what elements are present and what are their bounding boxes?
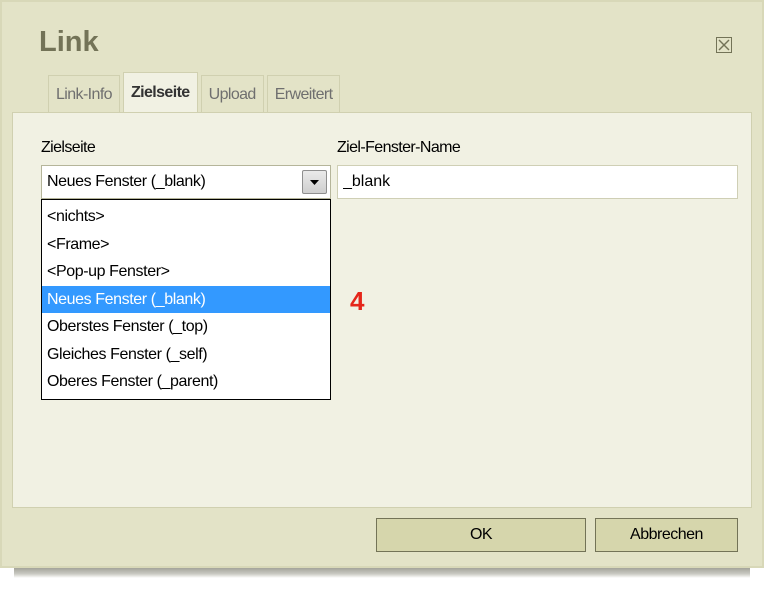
ok-button[interactable]: OK (376, 518, 586, 552)
option-parent[interactable]: Oberes Fenster (_parent) (42, 368, 330, 396)
tab-link-info[interactable]: Link-Info (48, 75, 120, 112)
tab-bar: Link-Info Zielseite Upload Erweitert (48, 72, 343, 112)
target-dropdown-list: <nichts> <Frame> <Pop-up Fenster> Neues … (41, 199, 331, 400)
tab-upload[interactable]: Upload (200, 75, 264, 112)
target-label: Zielseite (41, 139, 96, 156)
option-top[interactable]: Oberstes Fenster (_top) (42, 313, 330, 341)
dialog-title: Link (39, 26, 99, 58)
step-number-annotation: 4 (350, 286, 365, 316)
option-frame[interactable]: <Frame> (42, 231, 330, 259)
tab-erweitert[interactable]: Erweitert (266, 75, 341, 112)
option-popup[interactable]: <Pop-up Fenster> (42, 258, 330, 286)
chevron-down-icon[interactable] (302, 170, 327, 194)
target-select-value: Neues Fenster (_blank) (47, 173, 206, 190)
window-name-input[interactable] (337, 165, 738, 199)
window-name-label: Ziel-Fenster-Name (337, 139, 461, 156)
tab-zielseite[interactable]: Zielseite (122, 72, 198, 112)
target-select[interactable]: Neues Fenster (_blank) (41, 165, 331, 199)
option-blank[interactable]: Neues Fenster (_blank) (42, 285, 330, 313)
option-nichts[interactable]: <nichts> (42, 203, 330, 231)
close-icon[interactable] (716, 37, 732, 53)
cancel-button[interactable]: Abbrechen (595, 518, 738, 552)
option-self[interactable]: Gleiches Fenster (_self) (42, 341, 330, 369)
